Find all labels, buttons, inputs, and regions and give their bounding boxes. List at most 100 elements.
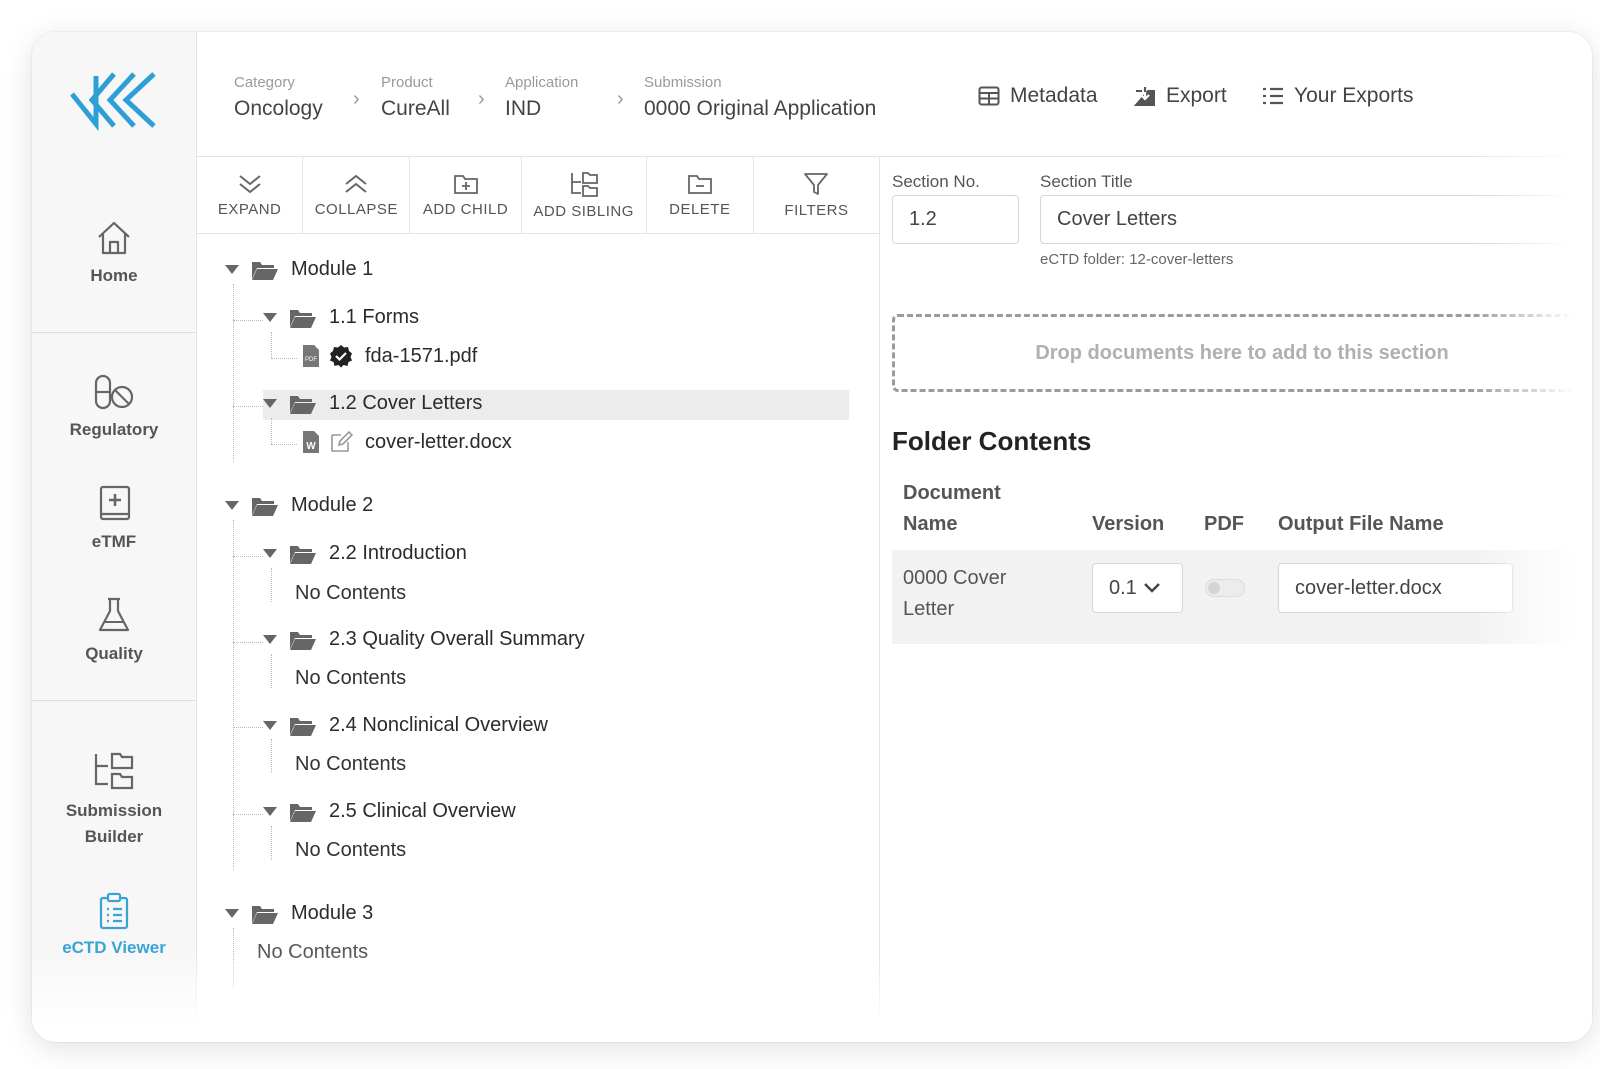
nav-etmf[interactable]: eTMF [32,484,196,552]
folder-open-icon [290,395,316,414]
section-title-label: Section Title [1040,172,1133,191]
caret-down-icon[interactable] [263,721,277,730]
tree-node-2-2-introduction[interactable]: 2.2 Introduction [263,542,467,565]
folder-open-icon [290,631,316,650]
caret-down-icon[interactable] [263,807,277,816]
tree-connector [271,358,297,359]
nav-ectd-viewer[interactable]: eCTD Viewer [32,892,196,958]
metadata-button[interactable]: Metadata [978,84,1098,108]
tree-node-module-3[interactable]: Module 3 [225,902,373,925]
tree-file-fda-1571[interactable]: PDF fda-1571.pdf [301,344,477,368]
nav-divider [32,332,196,333]
section-no-label: Section No. [892,172,980,191]
breadcrumb-product[interactable]: Product CureAll [381,74,450,121]
export-label: Export [1166,84,1227,107]
caret-down-icon[interactable] [263,399,277,408]
nav-home[interactable]: Home [32,218,196,286]
column-header-text: Document [903,482,1001,504]
folder-open-icon [290,717,316,736]
column-header-document-name[interactable]: Document Name [903,478,1001,540]
chevron-right-icon: › [478,88,485,110]
nav-regulatory[interactable]: Regulatory [32,372,196,440]
tree-file-label: cover-letter.docx [365,430,512,453]
sidebar: Home Regulatory eTMF Quality Submission … [32,32,197,1042]
pdf-toggle[interactable] [1205,579,1245,597]
tree-node-1-1-forms[interactable]: 1.1 Forms [263,306,419,329]
tree-node-label: Module 1 [291,258,374,280]
tree-node-2-5-clinical-overview[interactable]: 2.5 Clinical Overview [263,800,516,823]
svg-text:PDF: PDF [305,357,317,363]
column-header-version[interactable]: Version [1092,509,1164,540]
folder-plus-icon [453,174,478,194]
nav-quality[interactable]: Quality [32,596,196,664]
tree-node-label: 2.2 Introduction [329,542,467,564]
caret-down-icon[interactable] [263,549,277,558]
column-header-output-file-name[interactable]: Output File Name [1278,509,1444,540]
filters-button[interactable]: FILTERS [754,157,879,233]
edit-icon[interactable] [329,430,353,454]
section-title-input[interactable]: Cover Letters [1040,195,1592,244]
version-select[interactable]: 0.1 [1092,563,1183,613]
dropzone-text: Drop documents here to add to this secti… [1035,341,1449,364]
caret-down-icon[interactable] [225,265,239,274]
tree-node-2-3-quality-overall-summary[interactable]: 2.3 Quality Overall Summary [263,628,585,651]
breadcrumb-application[interactable]: Application IND [505,74,578,121]
filter-icon [804,172,829,195]
caret-down-icon[interactable] [225,909,239,918]
section-title-value: Cover Letters [1057,208,1178,230]
tree-node-label: Module 3 [291,902,374,924]
panel-divider [879,157,880,1042]
tree-node-module-1[interactable]: Module 1 [225,258,373,281]
tree-connector [271,568,272,602]
nav-regulatory-label: Regulatory [69,420,159,439]
ectd-folder-hint: eCTD folder: 12-cover-letters [1040,251,1234,268]
tree-node-2-4-nonclinical-overview[interactable]: 2.4 Nonclinical Overview [263,714,548,737]
pdf-file-icon: PDF [303,345,319,367]
collapse-button[interactable]: COLLAPSE [303,157,411,233]
double-chevron-down-icon [238,174,261,193]
add-sibling-button[interactable]: ADD SIBLING [522,157,647,233]
your-exports-button[interactable]: Your Exports [1262,84,1413,108]
expand-label: EXPAND [217,200,282,218]
kk-logo-icon[interactable] [70,68,158,132]
tree-connector [233,556,263,557]
folder-open-icon [252,261,278,280]
expand-button[interactable]: EXPAND [197,157,304,233]
tree-node-module-2[interactable]: Module 2 [225,494,373,517]
add-child-button[interactable]: ADD CHILD [410,157,522,233]
list-icon [1263,87,1283,105]
caret-down-icon[interactable] [263,635,277,644]
document-dropzone[interactable]: Drop documents here to add to this secti… [892,314,1592,392]
folder-contents-title: Folder Contents [892,426,1092,456]
breadcrumb-value: Oncology [234,97,323,120]
tree-node-label: 2.3 Quality Overall Summary [329,628,585,650]
tree-connector [271,444,297,445]
output-file-name-input[interactable]: cover-letter.docx [1278,563,1513,613]
no-contents-text: No Contents [295,667,407,689]
caret-down-icon[interactable] [225,501,239,510]
column-header-pdf[interactable]: PDF [1204,509,1244,540]
tree-connector [233,520,234,870]
verified-badge-icon [330,345,352,368]
breadcrumb-label: Application [505,74,579,91]
metadata-label: Metadata [1010,84,1098,107]
tree-connector [271,739,272,773]
folder-minus-icon [687,174,712,194]
breadcrumb-category[interactable]: Category Oncology [234,74,323,121]
tree-file-cover-letter[interactable]: W cover-letter.docx [301,430,512,454]
caret-down-icon[interactable] [263,313,277,322]
tree-connector [233,814,263,815]
breadcrumb-submission[interactable]: Submission 0000 Original Application [644,74,876,121]
tree-connector [233,320,263,321]
tree-node-label: 1.2 Cover Letters [329,392,483,414]
no-contents-text: No Contents [257,941,369,963]
export-button[interactable]: Export [1134,84,1227,108]
section-no-value: 1.2 [909,208,937,230]
section-no-input[interactable]: 1.2 [892,195,1019,244]
tree-connector [271,332,272,358]
clipboard-list-icon [99,892,129,930]
nav-quality-label: Quality [85,644,143,663]
delete-button[interactable]: DELETE [647,157,754,233]
nav-submission-builder[interactable]: Submission Builder [32,750,196,850]
tree-node-1-2-cover-letters[interactable]: 1.2 Cover Letters [263,392,482,415]
